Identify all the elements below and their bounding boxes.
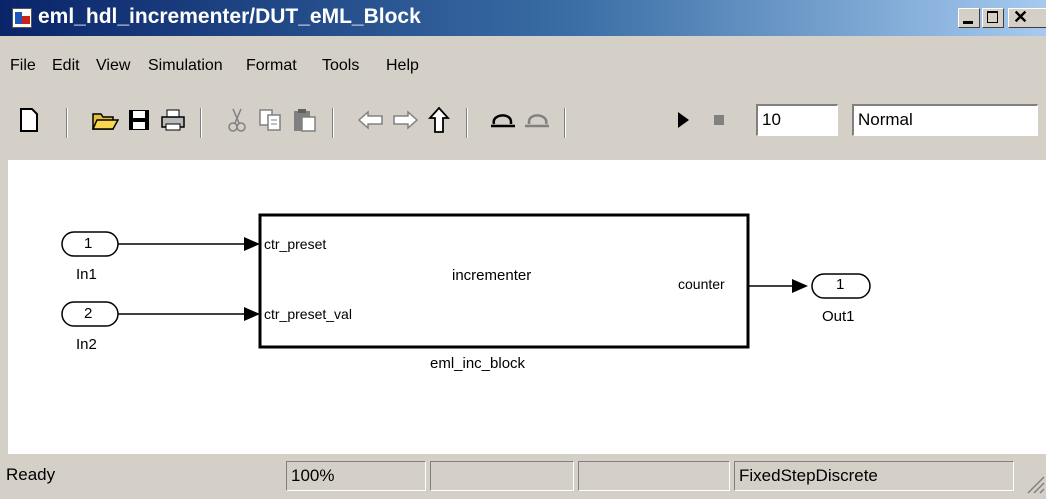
- cut-icon[interactable]: [222, 105, 252, 135]
- forward-arrow-icon[interactable]: [390, 105, 420, 135]
- status-zoom: 100%: [286, 461, 426, 491]
- copy-icon[interactable]: [256, 105, 286, 135]
- title-bar: eml_hdl_incrementer/DUT_eML_Block ✕: [0, 0, 1046, 36]
- toolbar-separator: [564, 108, 566, 138]
- save-icon[interactable]: [124, 105, 154, 135]
- menu-tools[interactable]: Tools: [322, 57, 359, 75]
- start-simulation-icon[interactable]: [668, 105, 698, 135]
- inport-1-name: In1: [76, 266, 97, 283]
- toolbar-separator: [332, 108, 334, 138]
- block-input-ctr-preset-val: ctr_preset_val: [264, 306, 352, 322]
- inport-2-name: In2: [76, 336, 97, 353]
- menu-help[interactable]: Help: [386, 57, 419, 75]
- menu-view[interactable]: View: [96, 57, 130, 75]
- redo-icon[interactable]: [522, 105, 552, 135]
- arrow-icon: [244, 237, 260, 251]
- paste-icon[interactable]: [290, 105, 320, 135]
- inport-2-number: 2: [84, 305, 93, 322]
- toolbar-separator: [66, 108, 68, 138]
- status-solver: FixedStepDiscrete: [734, 461, 1014, 491]
- minimize-button[interactable]: [958, 8, 980, 28]
- maximize-button[interactable]: [982, 8, 1004, 28]
- model-canvas[interactable]: 1 In1 2 In2 ctr_preset ctr_preset_val in…: [8, 160, 1046, 454]
- new-model-icon[interactable]: [14, 105, 44, 135]
- menu-simulation[interactable]: Simulation: [148, 57, 223, 75]
- outport-1-number: 1: [836, 276, 845, 293]
- status-text: Ready: [6, 465, 56, 484]
- print-icon[interactable]: [158, 105, 188, 135]
- menu-edit[interactable]: Edit: [52, 57, 80, 75]
- menu-format[interactable]: Format: [246, 57, 297, 75]
- inport-1-number: 1: [84, 235, 93, 252]
- menu-file[interactable]: File: [10, 57, 36, 75]
- maximize-icon: [987, 11, 998, 23]
- undo-icon[interactable]: [488, 105, 518, 135]
- simulink-model-icon[interactable]: [12, 8, 32, 28]
- block-name[interactable]: eml_inc_block: [430, 355, 525, 372]
- arrow-icon: [244, 307, 260, 321]
- minimize-icon: [963, 21, 973, 24]
- toolbar-separator: [200, 108, 202, 138]
- stop-time-input[interactable]: 10: [756, 104, 838, 136]
- canvas-border: [0, 160, 8, 454]
- diagram-lines: [61, 213, 871, 349]
- up-arrow-icon[interactable]: [424, 105, 454, 135]
- open-folder-icon[interactable]: [90, 105, 120, 135]
- resize-grip-icon[interactable]: [1022, 471, 1046, 495]
- toolbar: 10 Normal: [0, 92, 1046, 158]
- arrow-icon: [792, 279, 808, 293]
- outport-1-name: Out1: [822, 308, 855, 325]
- toolbar-separator: [466, 108, 468, 138]
- simulation-mode-select[interactable]: Normal: [852, 104, 1038, 136]
- window-title: eml_hdl_incrementer/DUT_eML_Block: [38, 5, 421, 28]
- close-icon: ✕: [1013, 7, 1029, 27]
- status-bar: Ready 100% FixedStepDiscrete: [0, 455, 1046, 499]
- back-arrow-icon[interactable]: [356, 105, 386, 135]
- block-input-ctr-preset: ctr_preset: [264, 236, 327, 252]
- status-pane-4: [578, 461, 730, 491]
- close-button[interactable]: ✕: [1008, 7, 1046, 28]
- status-pane-3: [430, 461, 574, 491]
- stop-simulation-icon[interactable]: [704, 105, 734, 135]
- menu-bar: File Edit View Simulation Format Tools H…: [0, 57, 1046, 91]
- block-title: incrementer: [452, 267, 532, 284]
- block-output-counter: counter: [678, 276, 725, 292]
